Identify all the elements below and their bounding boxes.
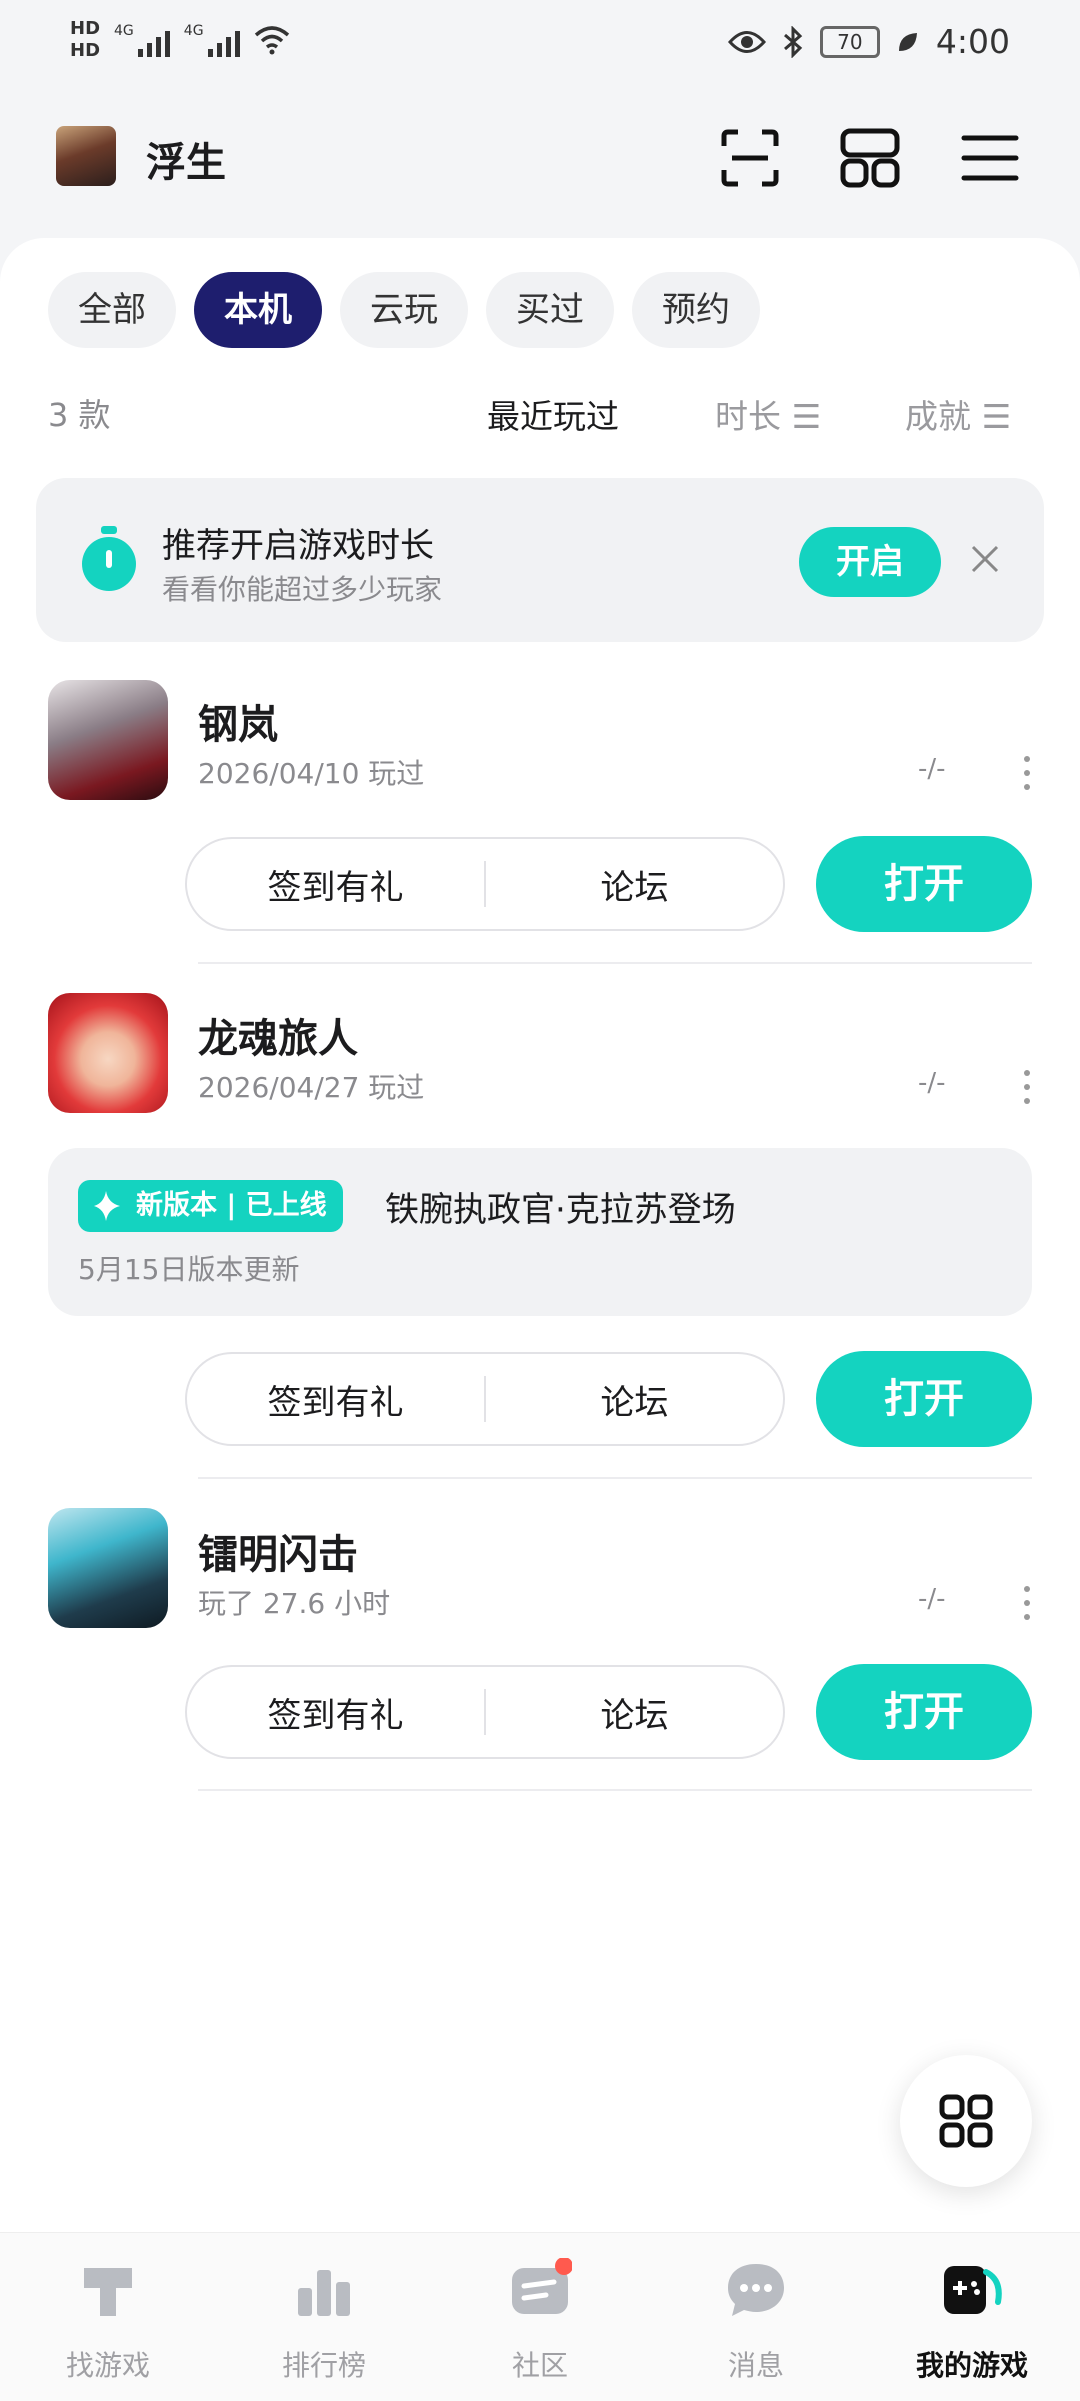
open-game-button[interactable]: 打开 [816, 1664, 1032, 1760]
game-name[interactable]: 龙魂旅人 [198, 1006, 358, 1064]
game-playtime: 玩了 27.6 小时 [198, 1587, 391, 1620]
nav-community[interactable]: 社区 [432, 2257, 648, 2384]
menu-icon[interactable] [958, 126, 1022, 190]
game-count: 3 款 [48, 396, 111, 434]
row-divider [198, 1477, 1032, 1479]
game-actions: 签到有礼 论坛 [185, 1665, 785, 1759]
forum-button[interactable]: 论坛 [486, 1688, 783, 1737]
game-actions: 签到有礼 论坛 [185, 837, 785, 931]
checkin-gift-button[interactable]: 签到有礼 [187, 1375, 484, 1424]
grid-icon [939, 2094, 993, 2148]
my-games-icon [944, 2266, 1002, 2314]
sort-recent[interactable]: 最近玩过 [487, 390, 619, 438]
wifi-icon [254, 26, 289, 55]
net2-label: 4G [183, 23, 204, 39]
open-game-button[interactable]: 打开 [816, 836, 1032, 932]
apps-fab[interactable] [900, 2055, 1032, 2187]
status-left: HD HD 4G 4G [70, 18, 290, 62]
nav-messages[interactable]: 消息 [648, 2258, 864, 2384]
promo-title: 推荐开启游戏时长 [162, 526, 434, 566]
forum-button[interactable]: 论坛 [486, 1375, 783, 1424]
find-games-icon [84, 2268, 132, 2316]
update-badge: 新版本 | 已上线 [78, 1180, 343, 1232]
game-name[interactable]: 镭明闪击 [198, 1522, 358, 1580]
game-last-played: 2026/04/27 玩过 [198, 1071, 425, 1104]
status-right: 70 4:00 [727, 22, 1010, 61]
nav-ranking[interactable]: 排行榜 [216, 2258, 432, 2384]
close-icon[interactable] [968, 542, 1002, 576]
sparkle-icon [94, 1191, 120, 1221]
more-options-icon[interactable] [1024, 1586, 1032, 1628]
promo-subtitle: 看看你能超过多少玩家 [162, 573, 443, 606]
messages-icon [728, 2264, 784, 2316]
row-divider [198, 962, 1032, 964]
ranking-icon [298, 2270, 350, 2316]
timer-icon [82, 526, 136, 591]
status-bar: HD HD 4G 4G 70 4:00 [0, 0, 1080, 90]
signal-1-icon: 4G [114, 23, 170, 57]
game-stat: -/- [918, 1584, 946, 1614]
checkin-gift-button[interactable]: 签到有礼 [187, 860, 484, 909]
tab-local[interactable]: 本机 [194, 272, 322, 348]
game-stat: -/- [918, 754, 946, 784]
game-last-played: 2026/04/10 玩过 [198, 757, 425, 790]
game-icon-ganglan[interactable] [48, 680, 168, 800]
update-title: 铁腕执政官·克拉苏登场 [385, 1190, 736, 1230]
clock: 4:00 [935, 22, 1010, 61]
hd1-label: HD [70, 18, 101, 39]
forum-button[interactable]: 论坛 [486, 860, 783, 909]
eye-icon [727, 30, 766, 53]
game-icon-leiming[interactable] [48, 1508, 168, 1628]
game-stat: -/- [918, 1068, 946, 1098]
hd2-label: HD [70, 40, 101, 61]
nav-label: 消息 [727, 2349, 784, 2382]
game-icon-longhun[interactable] [48, 993, 168, 1113]
battery-indicator: 70 [819, 25, 880, 58]
filter-tabs: 全部 本机 云玩 买过 预约 [48, 272, 760, 348]
checkin-gift-button[interactable]: 签到有礼 [187, 1688, 484, 1737]
nav-label: 排行榜 [281, 2349, 366, 2382]
nav-find-games[interactable]: 找游戏 [0, 2258, 216, 2384]
bluetooth-icon [783, 25, 803, 58]
nav-my-games[interactable]: 我的游戏 [864, 2258, 1080, 2384]
more-options-icon[interactable] [1024, 756, 1032, 798]
leaf-icon [898, 32, 917, 51]
game-name[interactable]: 钢岚 [198, 692, 278, 750]
update-subtitle: 5月15日版本更新 [78, 1253, 300, 1286]
nav-label: 社区 [511, 2349, 568, 2382]
open-game-button[interactable]: 打开 [816, 1351, 1032, 1447]
game-actions: 签到有礼 论坛 [185, 1352, 785, 1446]
tab-cloud[interactable]: 云玩 [340, 272, 468, 348]
username[interactable]: 浮生 [146, 130, 226, 188]
enable-button[interactable]: 开启 [799, 527, 941, 597]
layout-icon[interactable] [838, 126, 902, 190]
community-icon [512, 2257, 573, 2314]
tab-purchased[interactable]: 买过 [486, 272, 614, 348]
nav-label: 找游戏 [65, 2349, 150, 2382]
more-options-icon[interactable] [1024, 1070, 1032, 1112]
avatar[interactable] [56, 126, 116, 186]
net1-label: 4G [114, 23, 134, 39]
tab-all[interactable]: 全部 [48, 272, 176, 348]
sort-achievement[interactable]: 成就 ☰ [905, 390, 1011, 438]
tab-reserved[interactable]: 预约 [632, 272, 760, 348]
signal-2-icon: 4G [184, 23, 240, 57]
update-badge-label: 新版本 | 已上线 [136, 1190, 327, 1221]
sort-duration[interactable]: 时长 ☰ [715, 390, 821, 438]
scan-icon[interactable] [718, 126, 782, 190]
nav-label: 我的游戏 [915, 2349, 1028, 2382]
hd-indicator: HD HD [70, 18, 100, 62]
row-divider [198, 1789, 1032, 1791]
update-notice[interactable] [48, 1148, 1032, 1316]
